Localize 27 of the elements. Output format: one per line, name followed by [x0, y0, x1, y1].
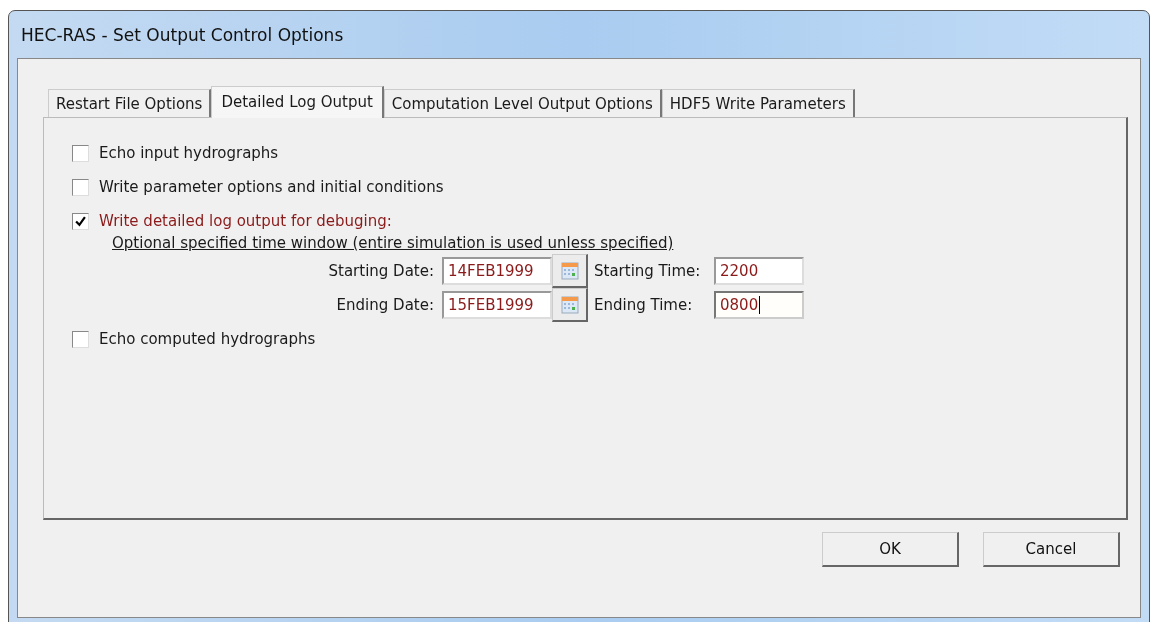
field-label: Starting Date:	[327, 262, 435, 280]
checkbox[interactable]	[72, 178, 89, 196]
checkbox-label: Echo computed hydrographs	[99, 330, 316, 348]
checkbox-label: Write detailed log output for debuging:	[99, 212, 392, 230]
checkbox[interactable]	[72, 212, 89, 230]
tab[interactable]: HDF5 Write Parameters	[661, 89, 855, 117]
checkbox[interactable]	[72, 144, 89, 162]
tab[interactable]: Computation Level Output Options	[383, 89, 662, 117]
field-label: Starting Time:	[593, 262, 702, 280]
calendar-icon	[560, 261, 579, 280]
calendar-button[interactable]	[552, 288, 588, 322]
section-caption: Optional specified time window (entire simulation is used unless specified)	[112, 234, 675, 252]
time-field[interactable]: 2200	[714, 257, 804, 285]
dialog-button[interactable]: Cancel	[983, 532, 1120, 567]
tab[interactable]: Detailed Log Output	[211, 86, 384, 118]
tab-panel: Echo input hydrographs Write parameter options and initial conditions Write detailed log output for debuging: Optional specified time window (entire simulation is used unless specified) Starting Date: 14FEB1999 Starting Time: 2200 Ending Date: 15FEB1999 Ending Time: 0800 Echo computed hydrographs	[43, 117, 1128, 520]
dialog-button[interactable]: OK	[822, 532, 959, 567]
tab[interactable]: Restart File Options	[48, 89, 212, 117]
time-field[interactable]: 0800	[714, 291, 804, 319]
calendar-icon	[560, 295, 579, 314]
field-label: Ending Time:	[593, 296, 694, 314]
window-title: HEC-RAS - Set Output Control Options	[21, 24, 344, 45]
checkbox[interactable]	[72, 330, 89, 348]
checkbox-label: Echo input hydrographs	[99, 144, 279, 162]
checkbox-label: Write parameter options and initial conditions	[99, 178, 444, 196]
field-label: Ending Date:	[335, 296, 435, 314]
calendar-button[interactable]	[552, 254, 588, 288]
